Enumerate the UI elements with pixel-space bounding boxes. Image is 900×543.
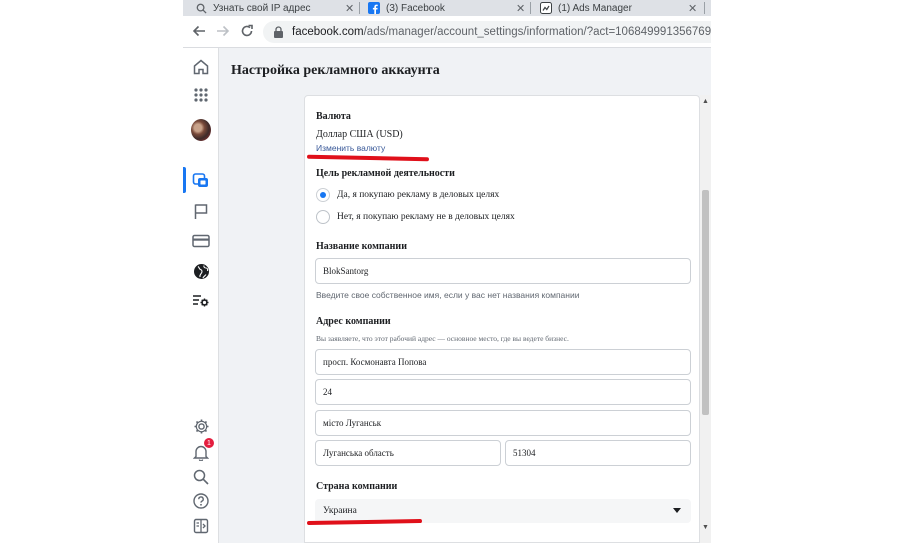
currency-value: Доллар США (USD) (316, 129, 403, 140)
ads-manager-icon (540, 2, 552, 14)
scroll-down-icon[interactable]: ▼ (701, 523, 710, 532)
address-building-value: 24 (323, 387, 332, 397)
address-street-input[interactable]: просп. Космонавта Попова (315, 349, 691, 375)
home-icon[interactable] (191, 57, 211, 77)
address-zip-value: 51304 (513, 448, 536, 458)
annotation-underline (306, 154, 430, 162)
left-navigation-rail: 1 (183, 48, 219, 543)
globe-icon[interactable] (191, 261, 211, 281)
flag-icon[interactable] (191, 201, 211, 221)
apps-grid-icon[interactable] (191, 85, 211, 105)
company-name-label: Название компании (316, 241, 407, 252)
purpose-non-business-label: Нет, я покупаю рекламу не в деловых целя… (337, 212, 515, 222)
tab-title: (3) Facebook (386, 2, 445, 14)
avatar[interactable] (191, 119, 211, 141)
country-value: Украина (323, 506, 357, 516)
tab-facebook[interactable]: (3) Facebook ✕ (368, 0, 525, 16)
avatar-image (191, 119, 211, 141)
notification-badge: 1 (204, 438, 214, 448)
ads-manager-icon[interactable] (191, 170, 211, 190)
change-currency-link[interactable]: Изменить валюту (316, 143, 385, 153)
tab-separator (359, 2, 360, 14)
company-address-label: Адрес компании (316, 316, 391, 327)
feedback-icon[interactable] (191, 516, 211, 536)
search-icon (195, 2, 207, 14)
caret-down-icon (673, 508, 681, 513)
back-arrow-icon[interactable] (191, 23, 207, 39)
company-name-value: BlokSantorg (323, 266, 369, 276)
purpose-business-label: Да, я покупаю рекламу в деловых целях (337, 190, 500, 200)
address-bar: facebook.com/ads/manager/account_setting… (183, 16, 711, 48)
tab-separator (530, 2, 531, 14)
url-host: facebook.com (292, 26, 364, 38)
account-settings-card: Валюта Доллар США (USD) Изменить валюту … (304, 95, 700, 543)
address-region-input[interactable]: Луганська область (315, 440, 501, 466)
close-icon[interactable]: ✕ (688, 2, 697, 15)
active-indicator (183, 167, 186, 193)
tab-bar: Узнать свой IP адрес ✕ (3) Facebook ✕ (1… (183, 0, 711, 16)
company-address-hint: Вы заявляете, что этот рабочий адрес — о… (316, 334, 569, 343)
settings-list-icon[interactable] (191, 291, 211, 311)
annotation-underline (306, 518, 423, 526)
lock-icon (273, 26, 284, 38)
address-building-input[interactable]: 24 (315, 379, 691, 405)
content-scrollbar[interactable]: ▲ ▼ (700, 95, 711, 543)
browser-window: Узнать свой IP адрес ✕ (3) Facebook ✕ (1… (183, 0, 711, 543)
close-icon[interactable]: ✕ (516, 2, 525, 15)
tab-title: (1) Ads Manager (558, 2, 632, 14)
scroll-up-icon[interactable]: ▲ (701, 97, 710, 106)
tab-ip-lookup[interactable]: Узнать свой IP адрес ✕ (195, 0, 354, 16)
help-icon[interactable] (191, 491, 211, 511)
url-field[interactable]: facebook.com/ads/manager/account_setting… (263, 21, 711, 43)
page-title: Настройка рекламного аккаунта (231, 63, 440, 78)
facebook-icon (368, 2, 380, 14)
tab-ads-manager[interactable]: (1) Ads Manager ✕ (540, 0, 697, 16)
close-icon[interactable]: ✕ (345, 2, 354, 15)
purpose-business-radio[interactable] (316, 188, 330, 202)
address-city-input[interactable]: місто Луганськ (315, 410, 691, 436)
reload-icon[interactable] (239, 23, 255, 39)
url-path: /ads/manager/account_settings/informatio… (363, 26, 711, 38)
company-name-input[interactable]: BlokSantorg (315, 258, 691, 284)
purpose-label: Цель рекламной деятельности (316, 168, 455, 179)
company-name-hint: Введите свое собственное имя, если у вас… (316, 290, 580, 300)
billing-card-icon[interactable] (191, 231, 211, 251)
forward-arrow-icon[interactable] (215, 23, 231, 39)
purpose-non-business-radio[interactable] (316, 210, 330, 224)
tab-separator (704, 2, 705, 14)
search-icon[interactable] (191, 467, 211, 487)
tab-title: Узнать свой IP адрес (213, 2, 311, 14)
gear-icon[interactable] (191, 416, 211, 436)
country-label: Страна компании (316, 481, 398, 492)
address-city-value: місто Луганськ (323, 418, 382, 428)
currency-label: Валюта (316, 111, 351, 122)
address-zip-input[interactable]: 51304 (505, 440, 691, 466)
address-region-value: Луганська область (323, 448, 394, 458)
scrollbar-thumb[interactable] (702, 190, 709, 415)
address-street-value: просп. Космонавта Попова (323, 357, 427, 367)
notifications-icon[interactable]: 1 (191, 438, 214, 462)
